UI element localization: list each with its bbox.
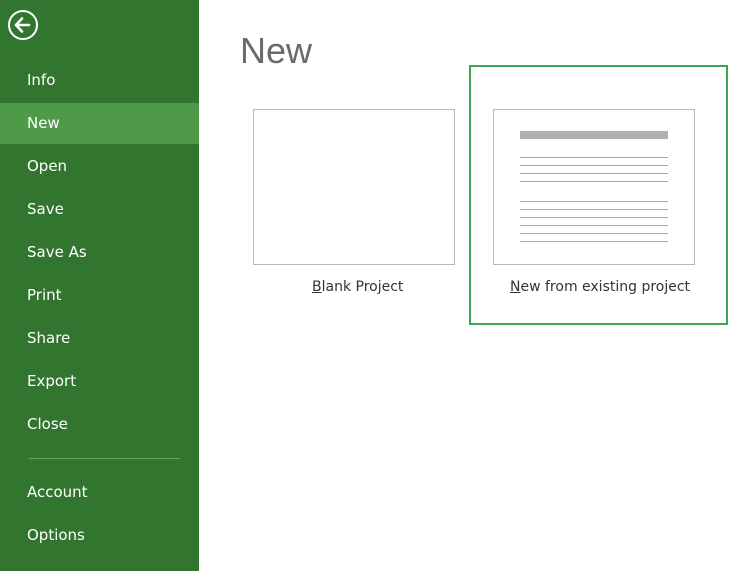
document-line [520,233,668,234]
back-arrow-icon [14,17,31,33]
page-title: New [240,30,313,71]
label-text: ew from existing project [520,279,691,295]
accelerator-key: B [312,279,322,295]
document-line [520,157,668,158]
document-line [520,217,668,218]
accelerator-key: N [510,279,521,295]
nav-item-options[interactable]: Options [0,515,199,556]
nav-item-share[interactable]: Share [0,318,199,359]
backstage-sidebar: Info New Open Save Save As Print Share E… [0,0,199,571]
nav-item-export[interactable]: Export [0,361,199,402]
document-line [520,165,668,166]
document-header-bar [520,131,668,139]
document-line [520,209,668,210]
sidebar-divider [29,458,180,459]
new-from-existing-label: New from existing project [510,279,690,295]
existing-project-thumbnail [493,109,695,265]
label-text: lank Project [321,279,404,295]
document-line [520,173,668,174]
document-line [520,225,668,226]
template-blank-project[interactable]: Blank Project [240,98,468,312]
nav-item-close[interactable]: Close [0,404,199,445]
document-line [520,181,668,182]
back-button[interactable] [8,10,38,40]
nav-item-new[interactable]: New [0,103,199,144]
blank-project-label: Blank Project [312,279,403,295]
nav-item-info[interactable]: Info [0,60,199,101]
blank-project-thumbnail [253,109,455,265]
nav-item-open[interactable]: Open [0,146,199,187]
nav-item-save[interactable]: Save [0,189,199,230]
nav-item-save-as[interactable]: Save As [0,232,199,273]
nav-item-print[interactable]: Print [0,275,199,316]
document-line [520,201,668,202]
nav-item-account[interactable]: Account [0,472,199,513]
document-line [520,241,668,242]
template-new-from-existing[interactable]: New from existing project [469,65,728,325]
